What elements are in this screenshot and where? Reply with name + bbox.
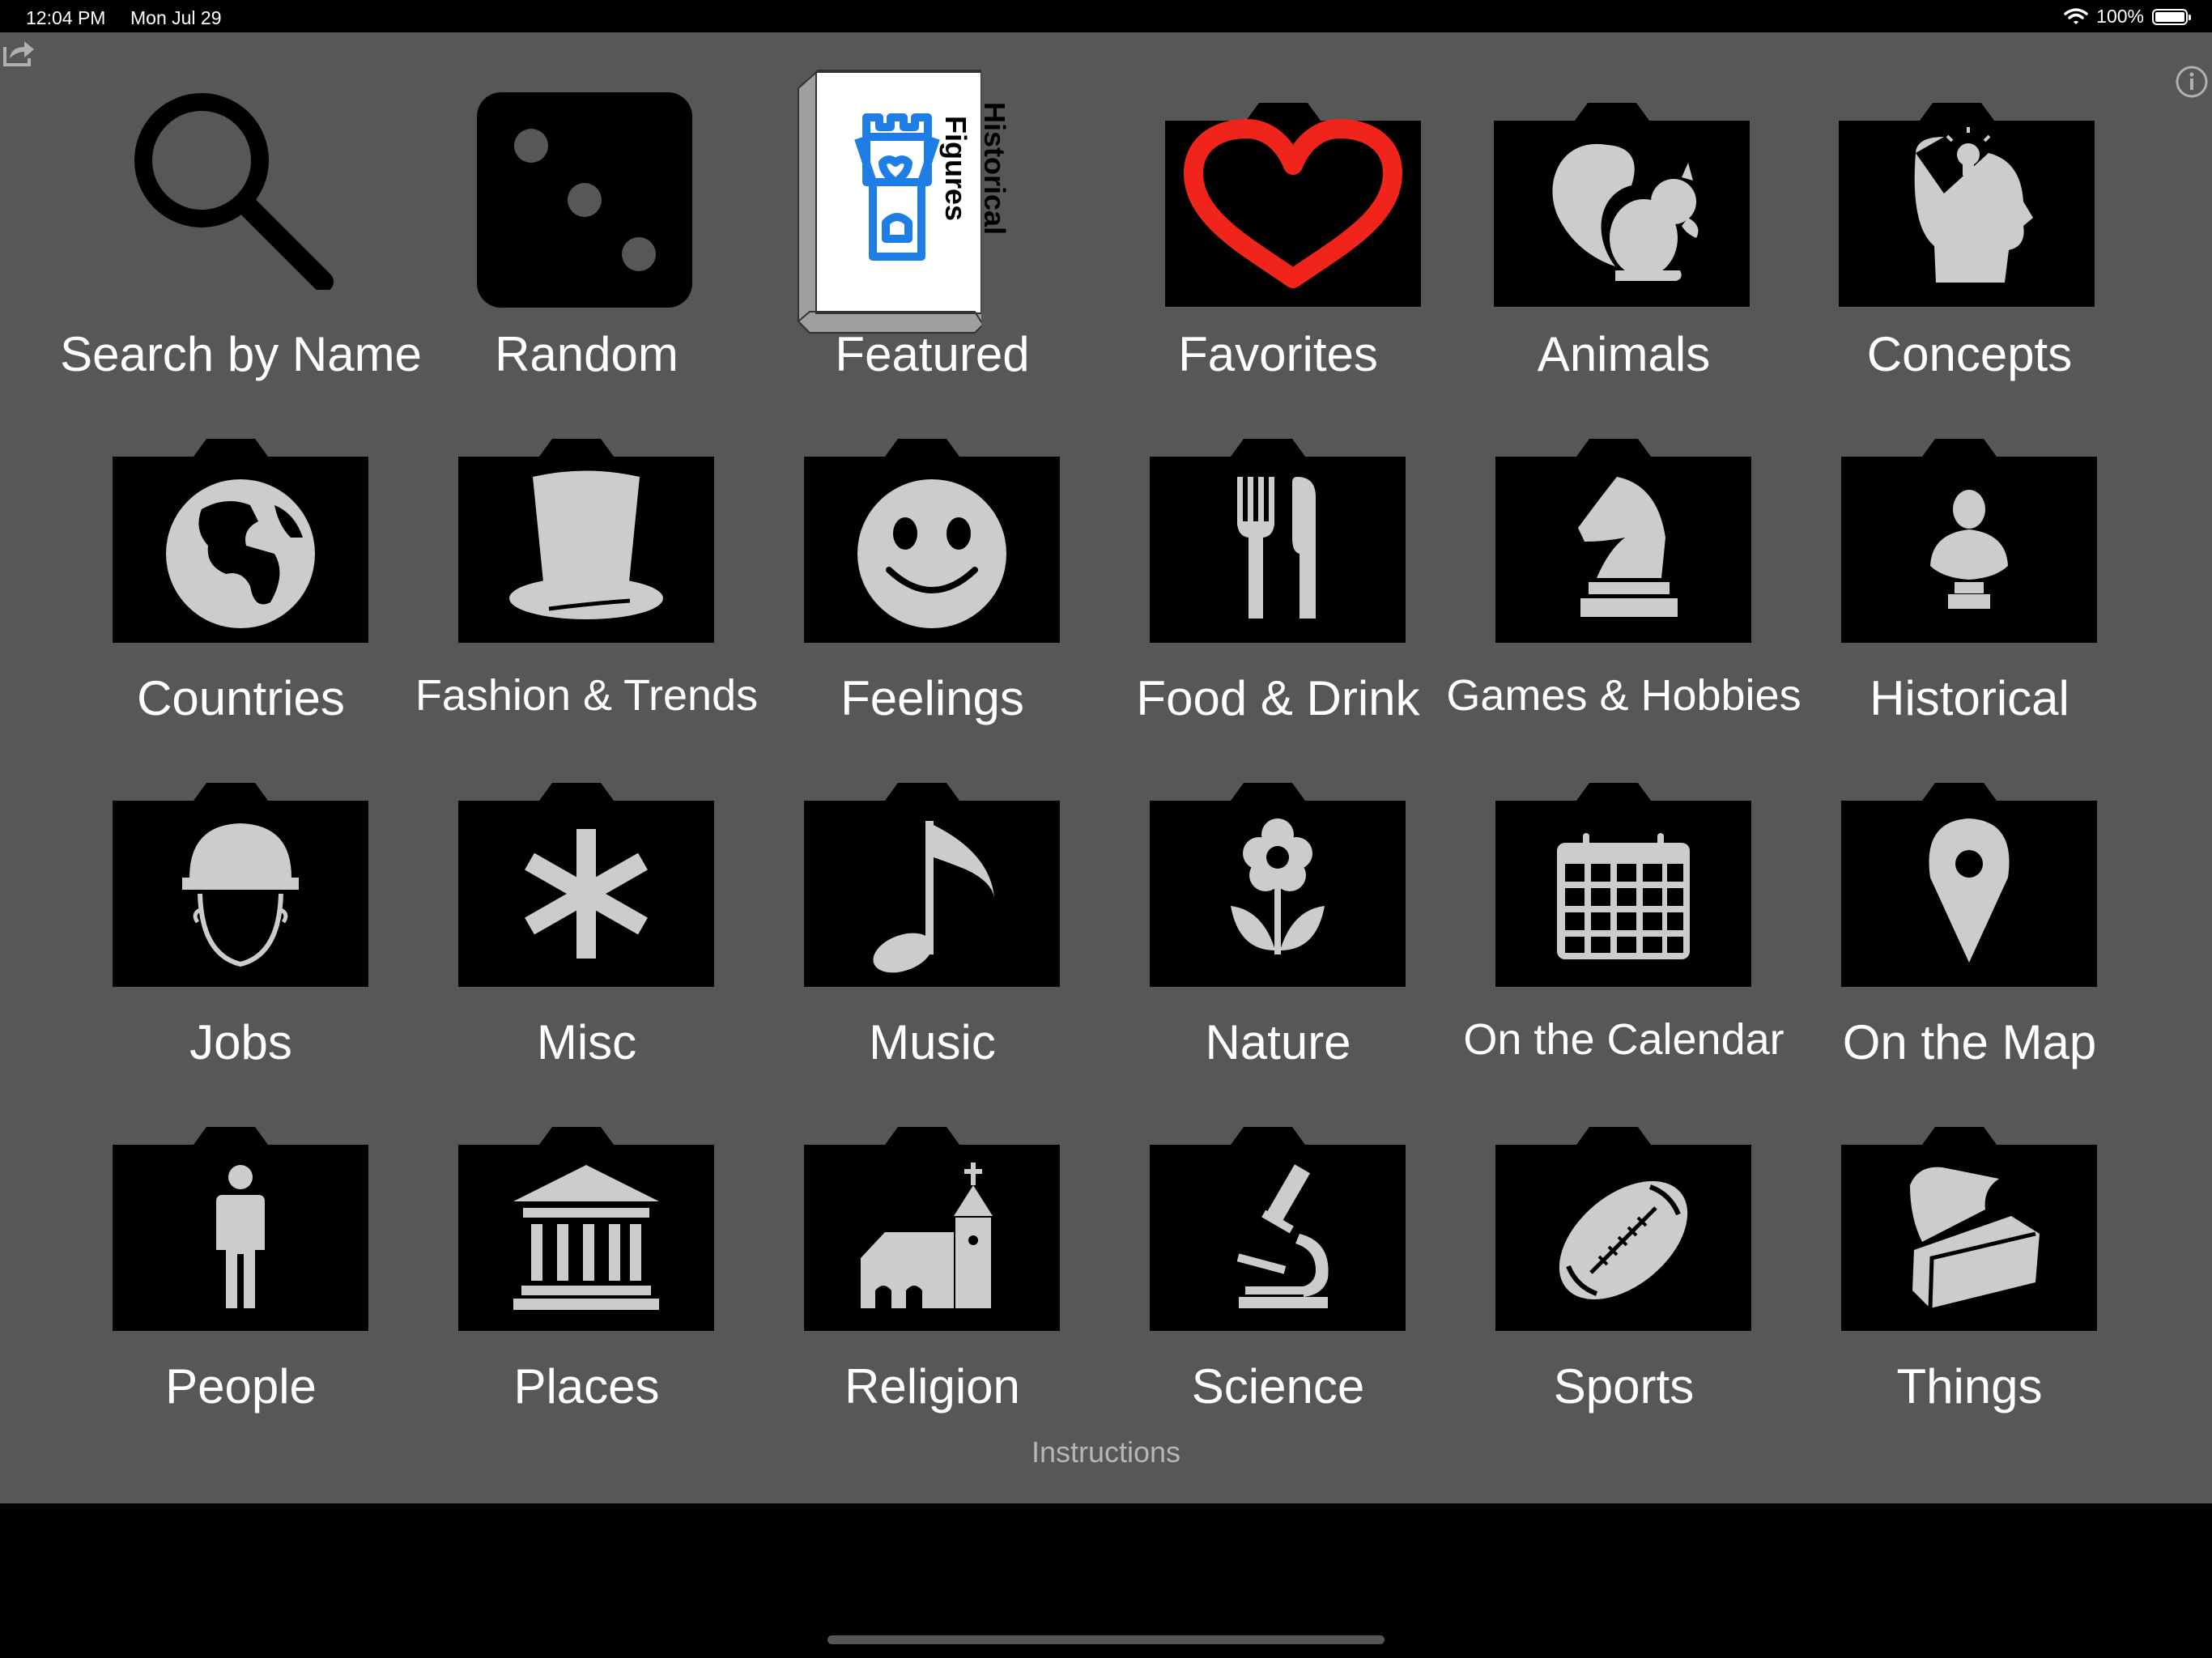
status-time: 12:04 PM xyxy=(26,7,106,28)
person-icon xyxy=(68,1083,414,1350)
category-label: Misc xyxy=(536,1015,637,1069)
category-label: Things xyxy=(1896,1359,2043,1414)
category-games-hobbies[interactable]: Games & Hobbies xyxy=(1446,395,1802,743)
category-label: Countries xyxy=(137,671,345,725)
info-icon[interactable] xyxy=(2175,65,2209,99)
category-label: People xyxy=(165,1359,317,1414)
category-label: Sports xyxy=(1553,1359,1695,1414)
home-indicator[interactable] xyxy=(827,1635,1385,1644)
church-icon xyxy=(759,1083,1105,1350)
football-icon xyxy=(1451,1083,1797,1350)
top-hat-icon xyxy=(414,395,759,662)
category-label: Fashion & Trends xyxy=(415,671,759,720)
category-sports[interactable]: Sports xyxy=(1451,1083,1797,1431)
battery-icon xyxy=(2152,8,2191,25)
globe-icon xyxy=(68,395,414,662)
category-random[interactable]: Random xyxy=(414,51,759,399)
category-science[interactable]: Science xyxy=(1105,1083,1451,1431)
category-featured[interactable]: Historical Figures Featured xyxy=(759,51,1105,399)
category-favorites[interactable]: Favorites xyxy=(1105,51,1451,399)
wifi-icon xyxy=(2064,7,2088,24)
category-religion[interactable]: Religion xyxy=(759,1083,1105,1431)
category-panel: Search by Name Random Historical Figures… xyxy=(0,32,2212,1503)
category-label: Religion xyxy=(844,1359,1020,1414)
music-note-icon xyxy=(759,739,1105,1006)
category-things[interactable]: Things xyxy=(1797,1083,2142,1431)
category-label: Random xyxy=(495,327,678,381)
category-label: On the Map xyxy=(1842,1015,2097,1069)
status-date: Mon Jul 29 xyxy=(130,7,222,28)
magnifier-icon xyxy=(68,51,414,318)
heart-icon xyxy=(1105,51,1451,318)
chest-icon xyxy=(1797,1083,2142,1350)
status-bar: 12:04 PM Mon Jul 29 100% xyxy=(0,0,2212,32)
category-label: Favorites xyxy=(1178,327,1378,381)
category-search-by-name[interactable]: Search by Name xyxy=(60,51,422,399)
category-music[interactable]: Music xyxy=(759,739,1105,1087)
bust-icon xyxy=(1797,395,2142,662)
microscope-icon xyxy=(1105,1083,1451,1350)
featured-card-caption: Historical Figures xyxy=(939,90,1025,252)
dice-icon xyxy=(414,51,759,318)
building-columns-icon xyxy=(414,1083,759,1350)
category-label: Jobs xyxy=(189,1015,292,1069)
category-label: Search by Name xyxy=(60,327,422,381)
category-label: Nature xyxy=(1205,1015,1351,1069)
category-label: Science xyxy=(1191,1359,1365,1414)
category-label: Music xyxy=(869,1015,996,1069)
category-concepts[interactable]: Concepts xyxy=(1797,51,2142,399)
fork-knife-icon xyxy=(1105,395,1451,662)
calendar-icon xyxy=(1451,739,1797,1006)
map-pin-icon xyxy=(1797,739,2142,1006)
category-food-drink[interactable]: Food & Drink xyxy=(1105,395,1451,743)
status-right: 100% xyxy=(2064,6,2191,28)
category-label: Featured xyxy=(835,327,1030,381)
category-label: Animals xyxy=(1537,327,1711,381)
category-label: Places xyxy=(513,1359,660,1414)
featured-card-icon: Historical Figures xyxy=(759,51,1105,334)
share-icon[interactable] xyxy=(2,37,36,68)
hard-hat-worker-icon xyxy=(68,739,414,1006)
category-on-the-calendar[interactable]: On the Calendar xyxy=(1451,739,1797,1087)
flower-icon xyxy=(1105,739,1451,1006)
category-label: Historical xyxy=(1870,671,2069,725)
category-label: Games & Hobbies xyxy=(1446,671,1802,720)
category-label: Feelings xyxy=(840,671,1024,725)
category-label: Food & Drink xyxy=(1136,671,1420,725)
head-lightbulb-icon xyxy=(1797,51,2142,318)
category-on-the-map[interactable]: On the Map xyxy=(1797,739,2142,1087)
category-label: Concepts xyxy=(1866,327,2073,381)
category-jobs[interactable]: Jobs xyxy=(68,739,414,1087)
battery-percent: 100% xyxy=(2096,6,2144,27)
category-animals[interactable]: Animals xyxy=(1451,51,1797,399)
category-places[interactable]: Places xyxy=(414,1083,759,1431)
squirrel-icon xyxy=(1451,51,1797,318)
category-people[interactable]: People xyxy=(68,1083,414,1431)
category-misc[interactable]: Misc xyxy=(414,739,759,1087)
category-feelings[interactable]: Feelings xyxy=(759,395,1105,743)
category-historical[interactable]: Historical xyxy=(1797,395,2142,743)
category-label: On the Calendar xyxy=(1463,1015,1784,1064)
smiley-icon xyxy=(759,395,1105,662)
chess-knight-icon xyxy=(1451,395,1797,662)
category-countries[interactable]: Countries xyxy=(68,395,414,743)
featured-card-line1: Historical xyxy=(978,101,1011,236)
category-nature[interactable]: Nature xyxy=(1105,739,1451,1087)
asterisk-icon xyxy=(414,739,759,1006)
instructions-link[interactable]: Instructions xyxy=(0,1435,2212,1469)
featured-card-line2: Figures xyxy=(939,115,972,222)
category-fashion-trends[interactable]: Fashion & Trends xyxy=(414,395,759,743)
